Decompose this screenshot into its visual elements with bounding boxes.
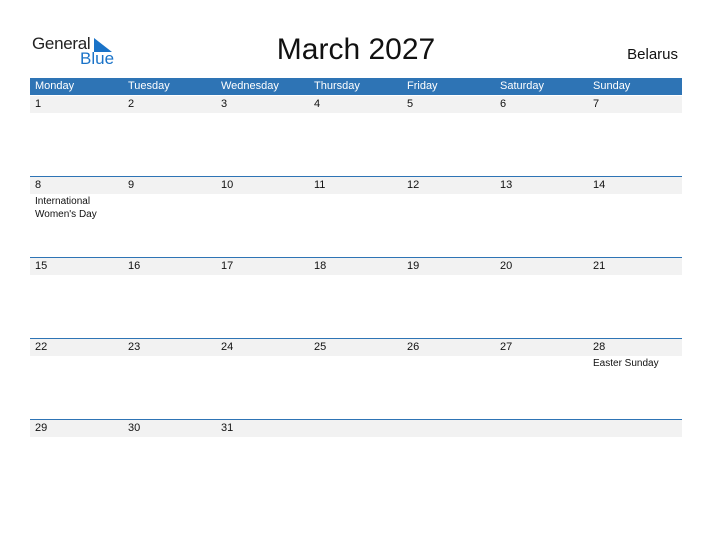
day-number: 21 <box>593 260 606 272</box>
day-number: 9 <box>128 179 135 191</box>
day-number: 19 <box>407 260 420 272</box>
day-number: 17 <box>221 260 234 272</box>
day-number: 29 <box>35 422 48 434</box>
day-number: 22 <box>35 341 48 353</box>
day-number: 26 <box>407 341 420 353</box>
weekday-friday: Friday <box>407 80 438 92</box>
day-number: 15 <box>35 260 48 272</box>
day-number: 1 <box>35 98 42 110</box>
day-number: 18 <box>314 260 327 272</box>
weekday-thursday: Thursday <box>314 80 360 92</box>
day-number: 10 <box>221 179 234 191</box>
weekday-saturday: Saturday <box>500 80 545 92</box>
week-row: 15 16 17 18 19 20 21 <box>30 257 682 339</box>
day-number: 20 <box>500 260 513 272</box>
day-number: 31 <box>221 422 234 434</box>
day-number: 3 <box>221 98 228 110</box>
day-number: 2 <box>128 98 135 110</box>
day-number: 7 <box>593 98 600 110</box>
holiday-label: Easter Sunday <box>593 358 659 369</box>
holiday-label: International Women's Day <box>35 196 97 220</box>
day-number: 5 <box>407 98 414 110</box>
week-row: 8 International Women's Day 9 10 11 12 13 14 <box>30 176 682 258</box>
day-number: 6 <box>500 98 507 110</box>
weekday-wednesday: Wednesday <box>221 80 279 92</box>
day-number: 4 <box>314 98 321 110</box>
day-number: 14 <box>593 179 606 191</box>
day-number: 11 <box>314 179 326 191</box>
day-number: 27 <box>500 341 513 353</box>
weekday-tuesday: Tuesday <box>128 80 170 92</box>
day-number: 12 <box>407 179 420 191</box>
day-number: 23 <box>128 341 141 353</box>
day-number: 13 <box>500 179 513 191</box>
week-row: 22 23 24 25 26 27 28 Easter Sunday <box>30 338 682 420</box>
week-row: 1 2 3 4 5 6 7 <box>30 96 682 177</box>
day-number: 28 <box>593 341 606 353</box>
day-number: 30 <box>128 422 141 434</box>
weekday-header: Monday Tuesday Wednesday Thursday Friday… <box>30 78 682 95</box>
weekday-monday: Monday <box>35 80 75 92</box>
country-label: Belarus <box>627 46 678 63</box>
page-title: March 2027 <box>276 33 436 66</box>
day-number: 25 <box>314 341 327 353</box>
week-row: 29 30 31 <box>30 419 682 501</box>
day-number: 8 <box>35 179 42 191</box>
day-number: 24 <box>221 341 234 353</box>
day-number: 16 <box>128 260 141 272</box>
weekday-sunday: Sunday <box>593 80 631 92</box>
